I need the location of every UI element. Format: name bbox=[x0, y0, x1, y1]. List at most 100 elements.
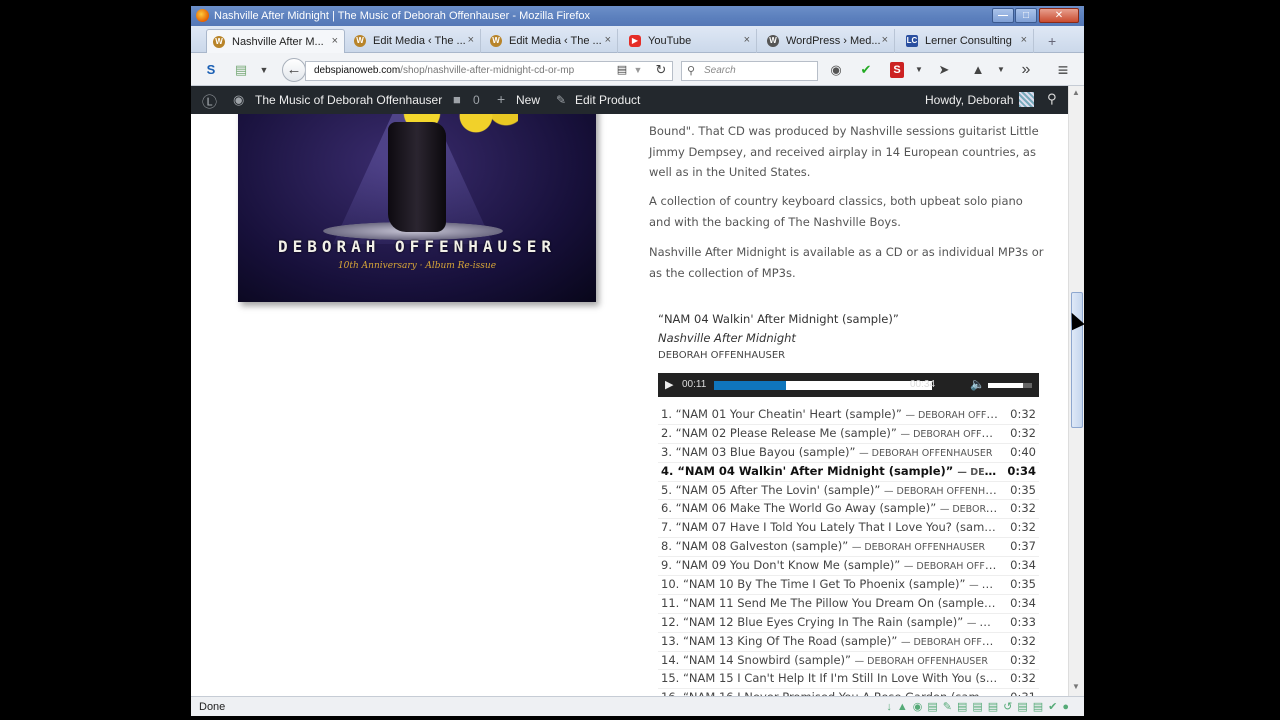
s-extension-icon[interactable]: S bbox=[890, 62, 904, 78]
youtube-icon: ▶ bbox=[629, 35, 641, 47]
elapsed-time: 00:11 bbox=[682, 379, 707, 390]
track-title: 6. “NAM 06 Make The World Go Away (sampl… bbox=[661, 501, 937, 516]
wp-site-name[interactable]: The Music of Deborah Offenhauser bbox=[255, 93, 442, 107]
track-duration: 0:34 bbox=[1010, 558, 1036, 573]
scroll-down-icon[interactable]: ▼ bbox=[1072, 682, 1080, 691]
track-text: 12. “NAM 12 Blue Eyes Crying In The Rain… bbox=[661, 615, 998, 629]
tab-close-icon[interactable]: × bbox=[332, 35, 338, 47]
playlist-item[interactable]: 16. “NAM 16 I Never Promised You A Rose … bbox=[658, 689, 1039, 696]
track-text: 8. “NAM 08 Galveston (sample)” — DEBORAH… bbox=[661, 539, 998, 553]
track-artist: — DEBORAH OFFENHAUSER bbox=[854, 655, 988, 667]
tab-lerner-consulting[interactable]: LC Lerner Consulting × bbox=[900, 29, 1034, 53]
playlist-item[interactable]: 8. “NAM 08 Galveston (sample)” — DEBORAH… bbox=[658, 538, 1039, 558]
playlist-item[interactable]: 1. “NAM 01 Your Cheatin' Heart (sample)”… bbox=[658, 406, 1039, 425]
album-artist-text: DEBORAH OFFENHAUSER bbox=[277, 237, 557, 256]
tab-label: YouTube bbox=[648, 35, 692, 47]
maximize-button[interactable]: □ bbox=[1015, 8, 1037, 23]
playlist-item[interactable]: 13. “NAM 13 King Of The Road (sample)” —… bbox=[658, 633, 1039, 652]
scroll-up-icon[interactable]: ▲ bbox=[1072, 88, 1080, 97]
tab-youtube[interactable]: ▶ YouTube × bbox=[623, 29, 757, 53]
back-button[interactable]: ← bbox=[282, 58, 306, 82]
playlist-item[interactable]: 3. “NAM 03 Blue Bayou (sample)” — DEBORA… bbox=[658, 444, 1039, 463]
download-icon[interactable]: ▲ bbox=[970, 60, 986, 80]
playlist-tracks: 1. “NAM 01 Your Cheatin' Heart (sample)”… bbox=[658, 406, 1039, 696]
track-text: 14. “NAM 14 Snowbird (sample)” — DEBORAH… bbox=[661, 653, 998, 667]
track-duration: 0:32 bbox=[1010, 425, 1036, 440]
track-duration: 0:32 bbox=[1010, 633, 1036, 648]
tab-nashville-after-midnight[interactable]: W Nashville After M... × bbox=[206, 29, 345, 53]
track-title: 8. “NAM 08 Galveston (sample)” bbox=[661, 539, 849, 554]
tab-close-icon[interactable]: × bbox=[468, 34, 474, 46]
track-artist: — DEBORAH OFFE... bbox=[905, 410, 998, 421]
plus-icon: + bbox=[497, 91, 506, 107]
search-icon[interactable]: ⚲ bbox=[1047, 91, 1057, 107]
window-title: Nashville After Midnight | The Music of … bbox=[214, 10, 591, 22]
desktop: Nashville After Midnight | The Music of … bbox=[0, 0, 1280, 720]
comments-count[interactable]: 0 bbox=[473, 93, 480, 107]
url-path: /shop/nashville-after-midnight-cd-or-mp bbox=[400, 65, 575, 76]
track-duration: 0:32 bbox=[1010, 407, 1036, 421]
tab-edit-media-1[interactable]: W Edit Media ‹ The ... × bbox=[348, 29, 481, 53]
extension-dropdown-icon[interactable]: ▼ bbox=[914, 60, 924, 80]
playlist-item[interactable]: 5. “NAM 05 After The Lovin' (sample)” — … bbox=[658, 482, 1039, 501]
reload-button[interactable]: ↻ bbox=[653, 60, 669, 80]
progress-slider[interactable] bbox=[714, 381, 932, 390]
track-artist: — DEB... bbox=[969, 580, 998, 592]
album-subtitle-text: 10th Anniversary · Album Re-issue bbox=[337, 261, 497, 271]
playlist-item[interactable]: 11. “NAM 11 Send Me The Pillow You Dream… bbox=[658, 595, 1039, 614]
bookmark-icon[interactable]: ▤ bbox=[233, 60, 249, 80]
tab-edit-media-2[interactable]: W Edit Media ‹ The ... × bbox=[484, 29, 618, 53]
track-artist: — DEB... bbox=[966, 617, 998, 629]
track-duration: 0:32 bbox=[1010, 652, 1036, 667]
tab-label: WordPress › Med... bbox=[786, 35, 881, 47]
send-icon[interactable]: ➤ bbox=[936, 60, 952, 80]
playlist-item[interactable]: 6. “NAM 06 Make The World Go Away (sampl… bbox=[658, 500, 1039, 520]
new-tab-button[interactable]: + bbox=[1048, 33, 1056, 49]
download-dropdown-icon[interactable]: ▼ bbox=[996, 60, 1006, 80]
track-title: 13. “NAM 13 King Of The Road (sample)” bbox=[661, 633, 898, 648]
tab-close-icon[interactable]: × bbox=[744, 34, 750, 46]
playlist-item[interactable]: 4. “NAM 04 Walkin' After Midnight (sampl… bbox=[658, 463, 1039, 482]
playlist-item[interactable]: 7. “NAM 07 Have I Told You Lately That I… bbox=[658, 519, 1039, 539]
pocket-icon[interactable]: ◉ bbox=[828, 60, 844, 80]
dropdown-arrow-icon[interactable]: ▼ bbox=[259, 60, 269, 80]
title-bar[interactable]: Nashville After Midnight | The Music of … bbox=[191, 6, 1084, 26]
volume-slider[interactable] bbox=[988, 383, 1032, 388]
track-duration: 0:34 bbox=[1010, 595, 1036, 610]
play-button[interactable]: ▶ bbox=[665, 378, 673, 391]
audio-player: ▶ 00:11 00:34 🔈 bbox=[658, 373, 1039, 397]
overflow-menu-icon[interactable]: » bbox=[1018, 60, 1034, 80]
avatar[interactable] bbox=[1019, 92, 1034, 107]
vertical-scrollbar[interactable]: ▲ ▼ bbox=[1068, 86, 1084, 696]
url-dropdown-icon[interactable]: ▼ bbox=[633, 60, 643, 80]
edit-product-link[interactable]: Edit Product bbox=[575, 93, 640, 107]
playlist-item[interactable]: 10. “NAM 10 By The Time I Get To Phoenix… bbox=[658, 576, 1039, 595]
playlist-item[interactable]: 12. “NAM 12 Blue Eyes Crying In The Rain… bbox=[658, 614, 1039, 633]
search-input[interactable]: ⚲ Search bbox=[681, 61, 818, 81]
new-content-link[interactable]: New bbox=[516, 93, 540, 107]
reader-view-icon[interactable]: ▤ bbox=[615, 60, 629, 80]
s-addon-icon[interactable]: S bbox=[203, 60, 219, 80]
minimize-button[interactable]: — bbox=[992, 8, 1014, 23]
wordpress-logo-icon[interactable]: Ⓛ bbox=[202, 91, 217, 112]
volume-icon[interactable]: 🔈 bbox=[970, 377, 985, 391]
status-addon-icons[interactable]: ↓▲◉▤✎▤▤▤↺▤▤✔● bbox=[886, 700, 1074, 713]
playlist-item[interactable]: 2. “NAM 02 Please Release Me (sample)” —… bbox=[658, 425, 1039, 444]
playlist-item[interactable]: 9. “NAM 09 You Don't Know Me (sample)” —… bbox=[658, 557, 1039, 577]
tab-close-icon[interactable]: × bbox=[1021, 34, 1027, 46]
close-window-button[interactable]: ✕ bbox=[1039, 8, 1079, 23]
playlist-item[interactable]: 14. “NAM 14 Snowbird (sample)” — DEBORAH… bbox=[658, 652, 1039, 671]
checkmark-icon[interactable]: ✔ bbox=[858, 60, 874, 80]
comment-icon[interactable]: ■ bbox=[453, 92, 461, 107]
howdy-user-menu[interactable]: Howdy, Deborah bbox=[925, 93, 1014, 107]
tab-wordpress-media[interactable]: W WordPress › Med... × bbox=[761, 29, 895, 53]
url-host: debspianoweb.com bbox=[314, 65, 401, 76]
tab-label: Nashville After M... bbox=[232, 36, 324, 48]
volume-fill bbox=[988, 383, 1024, 388]
hamburger-menu-icon[interactable]: ≡ bbox=[1055, 60, 1071, 80]
firefox-logo-icon bbox=[196, 9, 209, 22]
playlist-item[interactable]: 15. “NAM 15 I Can't Help It If I'm Still… bbox=[658, 670, 1039, 690]
tab-close-icon[interactable]: × bbox=[605, 34, 611, 46]
tab-close-icon[interactable]: × bbox=[882, 34, 888, 46]
track-title: 12. “NAM 12 Blue Eyes Crying In The Rain… bbox=[661, 614, 964, 629]
